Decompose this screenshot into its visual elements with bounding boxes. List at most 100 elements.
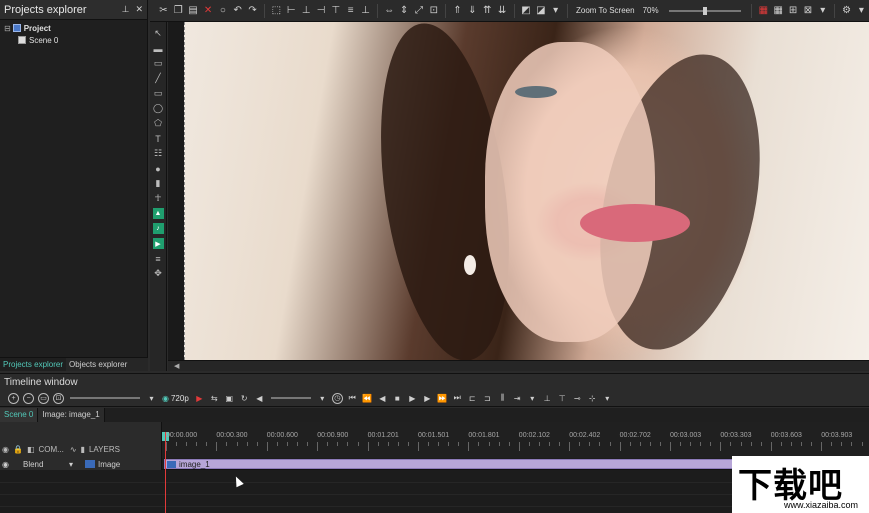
close-icon[interactable]: ✕ (135, 4, 143, 15)
zoom-100-icon[interactable]: ▭ (38, 392, 49, 404)
guides-icon[interactable]: ⊞ (788, 5, 799, 17)
align-left-icon[interactable]: ⊢ (286, 5, 297, 17)
send-back-icon[interactable]: ⇊ (497, 5, 508, 17)
tab-image-1[interactable]: Image: image_1 (38, 408, 105, 422)
link-icon[interactable]: ⊸ (572, 393, 583, 404)
delete-icon[interactable]: ✕ (203, 5, 214, 17)
split-icon[interactable]: ⫼ (497, 393, 508, 404)
select-frame-icon[interactable]: ⬚ (271, 5, 282, 17)
dropdown-icon[interactable]: ▾ (550, 5, 561, 17)
polygon-icon[interactable]: ⬠ (153, 118, 164, 129)
distribute-h-icon[interactable]: ⇔ (384, 5, 395, 17)
tab-objects-explorer[interactable]: Objects explorer (66, 358, 130, 371)
image-clip[interactable]: image_1 (164, 459, 734, 469)
tree-item-scene[interactable]: Scene 0 (4, 34, 143, 46)
fit-icon[interactable]: ⊡ (428, 5, 439, 17)
loop-icon[interactable]: ⇆ (209, 393, 220, 404)
zoom-percent-select[interactable]: 70% (643, 6, 659, 15)
canvas-scrollbar[interactable]: ◀ (168, 360, 869, 371)
step-back-icon[interactable]: ◀ (377, 393, 388, 404)
undo-icon[interactable]: ↶ (232, 5, 243, 17)
zoom-in-icon[interactable]: + (8, 392, 19, 404)
video-layer-icon[interactable]: ▭ (153, 58, 164, 69)
blend-mode-select[interactable]: Blend ▾ (23, 460, 73, 469)
record-icon[interactable]: ○ (217, 5, 228, 17)
zoom-out-icon[interactable]: − (23, 392, 34, 404)
credits-icon[interactable]: ☷ (153, 148, 164, 159)
safe-zone-icon[interactable]: ⊠ (803, 5, 814, 17)
animation-icon[interactable]: ☥ (153, 193, 164, 204)
time-ruler[interactable]: 00:00.000 00:00.300 00:00.600 00:00.900 00:0… (162, 422, 869, 458)
stop-icon[interactable]: ■ (392, 393, 403, 404)
grid-icon[interactable]: ▦ (773, 5, 784, 17)
clip-dropdown-icon[interactable]: ▾ (527, 393, 538, 404)
align-bottom-icon[interactable]: ⊥ (360, 5, 371, 17)
unlink-icon[interactable]: ⊹ (587, 393, 598, 404)
zoom-slider-knob[interactable] (702, 6, 707, 15)
stretch-icon[interactable]: ⤢ (414, 5, 425, 17)
tree-item-project[interactable]: ⊟ Project (4, 22, 143, 34)
copy-icon[interactable]: ❐ (173, 5, 184, 17)
text-icon[interactable]: T (153, 133, 164, 144)
align-right-icon[interactable]: ⊣ (316, 5, 327, 17)
step-forward-icon[interactable]: ▶ (422, 393, 433, 404)
effects-icon[interactable]: ≡ (153, 253, 164, 264)
volume-slider[interactable] (270, 397, 311, 399)
line-icon[interactable]: ╱ (153, 73, 164, 84)
pointer-icon[interactable]: ↖ (153, 28, 164, 39)
zoom-mode-select[interactable]: Zoom To Screen (576, 6, 635, 15)
move-icon[interactable]: ✥ (153, 268, 164, 279)
go-end-icon[interactable]: ⏭ (452, 393, 463, 404)
group-icon[interactable]: ◩ (521, 5, 532, 17)
fast-forward-icon[interactable]: ⏩ (437, 393, 448, 404)
ellipse-icon[interactable]: ◯ (153, 103, 164, 114)
link-dropdown-icon[interactable]: ▾ (602, 393, 613, 404)
tab-projects-explorer[interactable]: Projects explorer (0, 358, 67, 371)
align-center-icon[interactable]: ⊥ (301, 5, 312, 17)
align-middle-icon[interactable]: ≡ (345, 5, 356, 17)
clock-icon[interactable]: ◷ (331, 392, 343, 404)
markers-icon[interactable]: ⊤ (557, 393, 568, 404)
audio-icon[interactable]: ♪ (152, 223, 164, 234)
snapshot-icon[interactable]: ▣ (224, 393, 235, 404)
tab-scene-0[interactable]: Scene 0 (0, 408, 39, 422)
visibility-eye-icon[interactable]: ◉ (2, 445, 9, 454)
waveform-icon[interactable]: ⊥ (542, 393, 553, 404)
go-start-icon[interactable]: ⏮ (347, 393, 358, 404)
distribute-v-icon[interactable]: ⇕ (399, 5, 410, 17)
snap-grid-icon[interactable]: ▦ (758, 5, 769, 17)
settings-dropdown-icon[interactable]: ▾ (856, 5, 867, 17)
rectangle-icon[interactable]: ▭ (153, 88, 164, 99)
rewind-icon[interactable]: ⏪ (362, 393, 373, 404)
subtitle-icon[interactable]: ▬ (153, 43, 164, 54)
collapse-icon[interactable]: ⊟ (4, 24, 11, 33)
timeline-zoom-slider[interactable] (70, 397, 140, 399)
volume-dropdown-icon[interactable]: ▾ (317, 393, 328, 404)
move-up-icon[interactable]: ⇑ (452, 5, 463, 17)
resolution-select[interactable]: ◉ 720p (162, 394, 189, 403)
align-top-icon[interactable]: ⊤ (330, 5, 341, 17)
tl-dropdown-icon[interactable]: ▾ (146, 393, 157, 404)
lock-icon[interactable]: 🔒 (13, 445, 23, 454)
mark-out-icon[interactable]: ⊐ (482, 393, 493, 404)
play-preview-icon[interactable]: ▶ (194, 393, 205, 404)
image-icon[interactable]: ▲ (152, 208, 164, 219)
paste-icon[interactable]: ▤ (188, 5, 199, 17)
playhead-line[interactable] (165, 432, 166, 513)
redo-icon[interactable]: ↷ (247, 5, 258, 17)
speech-bubble-icon[interactable]: ● (153, 163, 164, 174)
bring-front-icon[interactable]: ⇈ (482, 5, 493, 17)
zoom-fit-icon[interactable]: ⊡ (53, 392, 64, 404)
move-down-icon[interactable]: ⇓ (467, 5, 478, 17)
preview-canvas[interactable] (184, 15, 869, 369)
video-icon[interactable]: ▶ (152, 238, 164, 249)
align-clip-icon[interactable]: ⇥ (512, 393, 523, 404)
track-visibility-icon[interactable]: ◉ (2, 460, 9, 469)
mark-in-icon[interactable]: ⊏ (467, 393, 478, 404)
cut-icon[interactable]: ✂ (158, 5, 169, 17)
ungroup-icon[interactable]: ◪ (535, 5, 546, 17)
volume-icon[interactable]: ◀ (254, 393, 265, 404)
refresh-icon[interactable]: ↻ (239, 393, 250, 404)
settings-gear-icon[interactable]: ⚙ (841, 5, 852, 17)
chart-icon[interactable]: ▮ (153, 178, 164, 189)
